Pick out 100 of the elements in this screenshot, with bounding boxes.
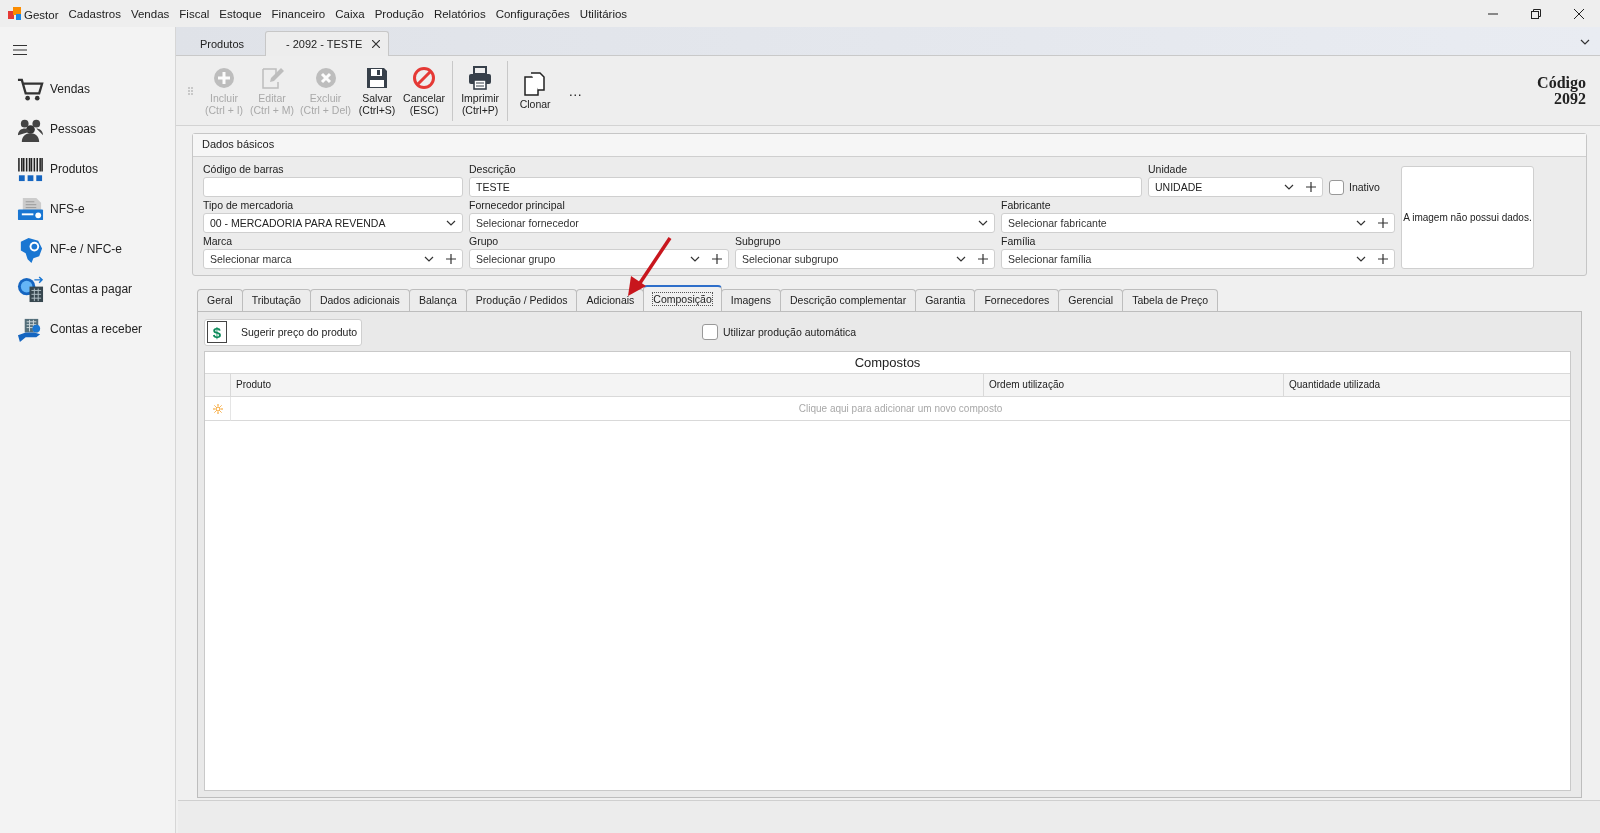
group-title: Dados básicos — [193, 134, 1586, 157]
input-field[interactable] — [203, 177, 463, 197]
column-header[interactable]: Quantidade utilizada — [1283, 374, 1570, 397]
sidebar-item[interactable]: Produtos — [50, 162, 99, 176]
section-tab[interactable]: Gerencial — [1058, 289, 1124, 311]
menu-item[interactable]: Cadastros — [63, 7, 126, 20]
section-tab[interactable]: Imagens — [720, 289, 781, 311]
checkbox[interactable] — [702, 324, 718, 340]
prohibited-icon — [412, 65, 437, 90]
menu-item[interactable]: Caixa — [330, 7, 370, 20]
menu-item[interactable]: Fiscal — [174, 7, 215, 20]
document-icon[interactable] — [17, 195, 44, 223]
clone-button[interactable]: Clonar — [507, 60, 559, 121]
app-name: Gestor — [23, 9, 60, 21]
sidebar-item[interactable]: NFS-e — [50, 202, 85, 216]
field-label: Subgrupo — [735, 234, 782, 249]
add-icon[interactable] — [1306, 182, 1316, 192]
sidebar-item[interactable]: Pessoas — [50, 122, 97, 136]
dropdown-field[interactable]: UNIDADE — [1148, 177, 1323, 197]
dropdown-field[interactable]: Selecionar grupo — [469, 249, 729, 269]
field-label: Código de barras — [203, 162, 285, 177]
chevron-down-icon[interactable] — [978, 220, 988, 226]
record-code: Código 2092 — [1537, 74, 1586, 107]
section-tab[interactable]: Tabela de Preço — [1122, 289, 1219, 311]
save-button[interactable]: Salvar (Ctrl+S) — [354, 65, 401, 116]
sidebar-item[interactable]: Contas a receber — [50, 322, 143, 336]
image-placeholder-text: A imagem não possui dados. — [1403, 212, 1532, 223]
field-label: Descrição — [469, 162, 517, 177]
field-label: Marca — [203, 234, 234, 249]
suggest-price-button[interactable]: $ Sugerir preço do produto — [204, 318, 362, 346]
plus-circle-icon — [212, 65, 236, 90]
input-field[interactable]: TESTE — [469, 177, 1142, 197]
document-tab[interactable]: Produtos — [179, 31, 266, 55]
dropdown-field[interactable]: Selecionar fornecedor — [469, 213, 995, 233]
section-tab[interactable]: Fornecedores — [974, 289, 1060, 311]
checkbox[interactable] — [1329, 179, 1344, 195]
dropdown-field[interactable]: Selecionar marca — [203, 249, 463, 269]
chevron-down-icon[interactable] — [956, 256, 966, 262]
checkbox-label: Utilizar produção automática — [723, 326, 857, 338]
chevron-down-icon[interactable] — [690, 256, 700, 262]
add-icon[interactable] — [1378, 254, 1388, 264]
sidebar-item[interactable]: Contas a pagar — [50, 282, 133, 296]
printer-icon — [468, 65, 493, 90]
add-icon[interactable] — [1378, 218, 1388, 228]
add-icon[interactable] — [446, 254, 456, 264]
section-tab[interactable]: Tributação — [241, 289, 311, 311]
document-tab[interactable]: - 2092 - TESTE — [265, 31, 390, 56]
section-tab[interactable]: Adicionais — [576, 289, 645, 311]
menu-item[interactable]: Estoque — [214, 7, 267, 20]
menu-item[interactable]: Configurações — [490, 7, 575, 20]
section-tab[interactable]: Garantia — [915, 289, 976, 311]
section-tab[interactable]: Geral — [197, 289, 243, 311]
section-tab[interactable]: Balança — [408, 289, 467, 311]
barcode-icon[interactable] — [17, 155, 44, 183]
menu-item[interactable]: Utilitários — [574, 7, 633, 20]
field-label: Fornecedor principal — [469, 198, 566, 213]
print-button[interactable]: Imprimir (Ctrl+P) — [452, 60, 504, 121]
app-logo-icon — [8, 6, 22, 21]
copy-icon — [523, 71, 548, 96]
cancel-button[interactable]: Cancelar (ESC) — [400, 65, 449, 116]
field-label: Família — [1001, 234, 1037, 249]
column-header[interactable]: Produto — [230, 374, 983, 397]
field-label: Fabricante — [1001, 198, 1052, 213]
close-icon[interactable] — [372, 40, 381, 48]
menu-item[interactable]: Produção — [369, 7, 429, 20]
dropdown-field[interactable]: 00 - MERCADORIA PARA REVENDA — [203, 213, 463, 233]
restore-icon[interactable] — [1530, 8, 1541, 19]
dropdown-field[interactable]: Selecionar subgrupo — [735, 249, 995, 269]
section-tab[interactable]: Descrição complementar — [780, 289, 917, 311]
close-icon[interactable] — [1573, 8, 1584, 19]
column-header[interactable]: Ordem utilização — [983, 374, 1283, 397]
new-row-icon — [212, 403, 223, 414]
dropdown-field[interactable]: Selecionar fabricante — [1001, 213, 1395, 233]
more-button[interactable]: … — [568, 82, 583, 99]
drag-handle-icon[interactable] — [188, 86, 193, 95]
field-label: Grupo — [469, 234, 500, 249]
image-field[interactable]: A imagem não possui dados. — [1401, 166, 1534, 269]
section-tab[interactable]: Dados adicionais — [309, 289, 410, 311]
section-tab[interactable]: Produção / Pedidos — [465, 289, 578, 311]
chevron-down-icon[interactable] — [1356, 220, 1366, 226]
menu-item[interactable]: Relatórios — [428, 7, 491, 20]
sidebar-item[interactable]: Vendas — [50, 82, 91, 96]
add-icon[interactable] — [978, 254, 988, 264]
pencil-document-icon — [260, 65, 284, 90]
chevron-down-icon[interactable] — [1356, 256, 1366, 262]
calculator-icon[interactable] — [17, 275, 44, 303]
chevron-down-icon[interactable] — [1580, 39, 1590, 45]
menu-icon[interactable] — [13, 45, 27, 55]
chevron-down-icon[interactable] — [446, 220, 456, 226]
chevron-down-icon[interactable] — [424, 256, 434, 262]
add-icon[interactable] — [712, 254, 722, 264]
x-circle-icon — [313, 65, 338, 90]
sidebar-item[interactable]: NF-e / NFC-e — [50, 242, 122, 256]
menu-item[interactable]: Financeiro — [266, 7, 331, 20]
checkbox-label: Inativo — [1349, 181, 1380, 193]
field-label: Unidade — [1148, 162, 1189, 177]
dropdown-field[interactable]: Selecionar família — [1001, 249, 1395, 269]
chevron-down-icon[interactable] — [1284, 184, 1294, 190]
field-label: Tipo de mercadoria — [203, 198, 295, 213]
menu-item[interactable]: Vendas — [125, 7, 175, 20]
